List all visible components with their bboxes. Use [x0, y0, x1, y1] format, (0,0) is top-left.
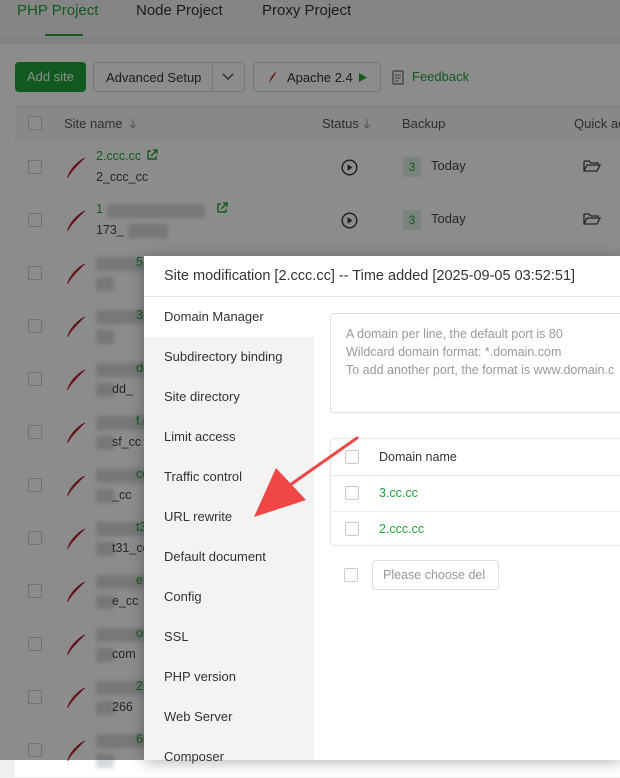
annotation-arrow-shaft: [288, 436, 359, 487]
annotation-arrow-overlay: [254, 436, 359, 517]
annotation-arrow-head: [254, 468, 306, 517]
